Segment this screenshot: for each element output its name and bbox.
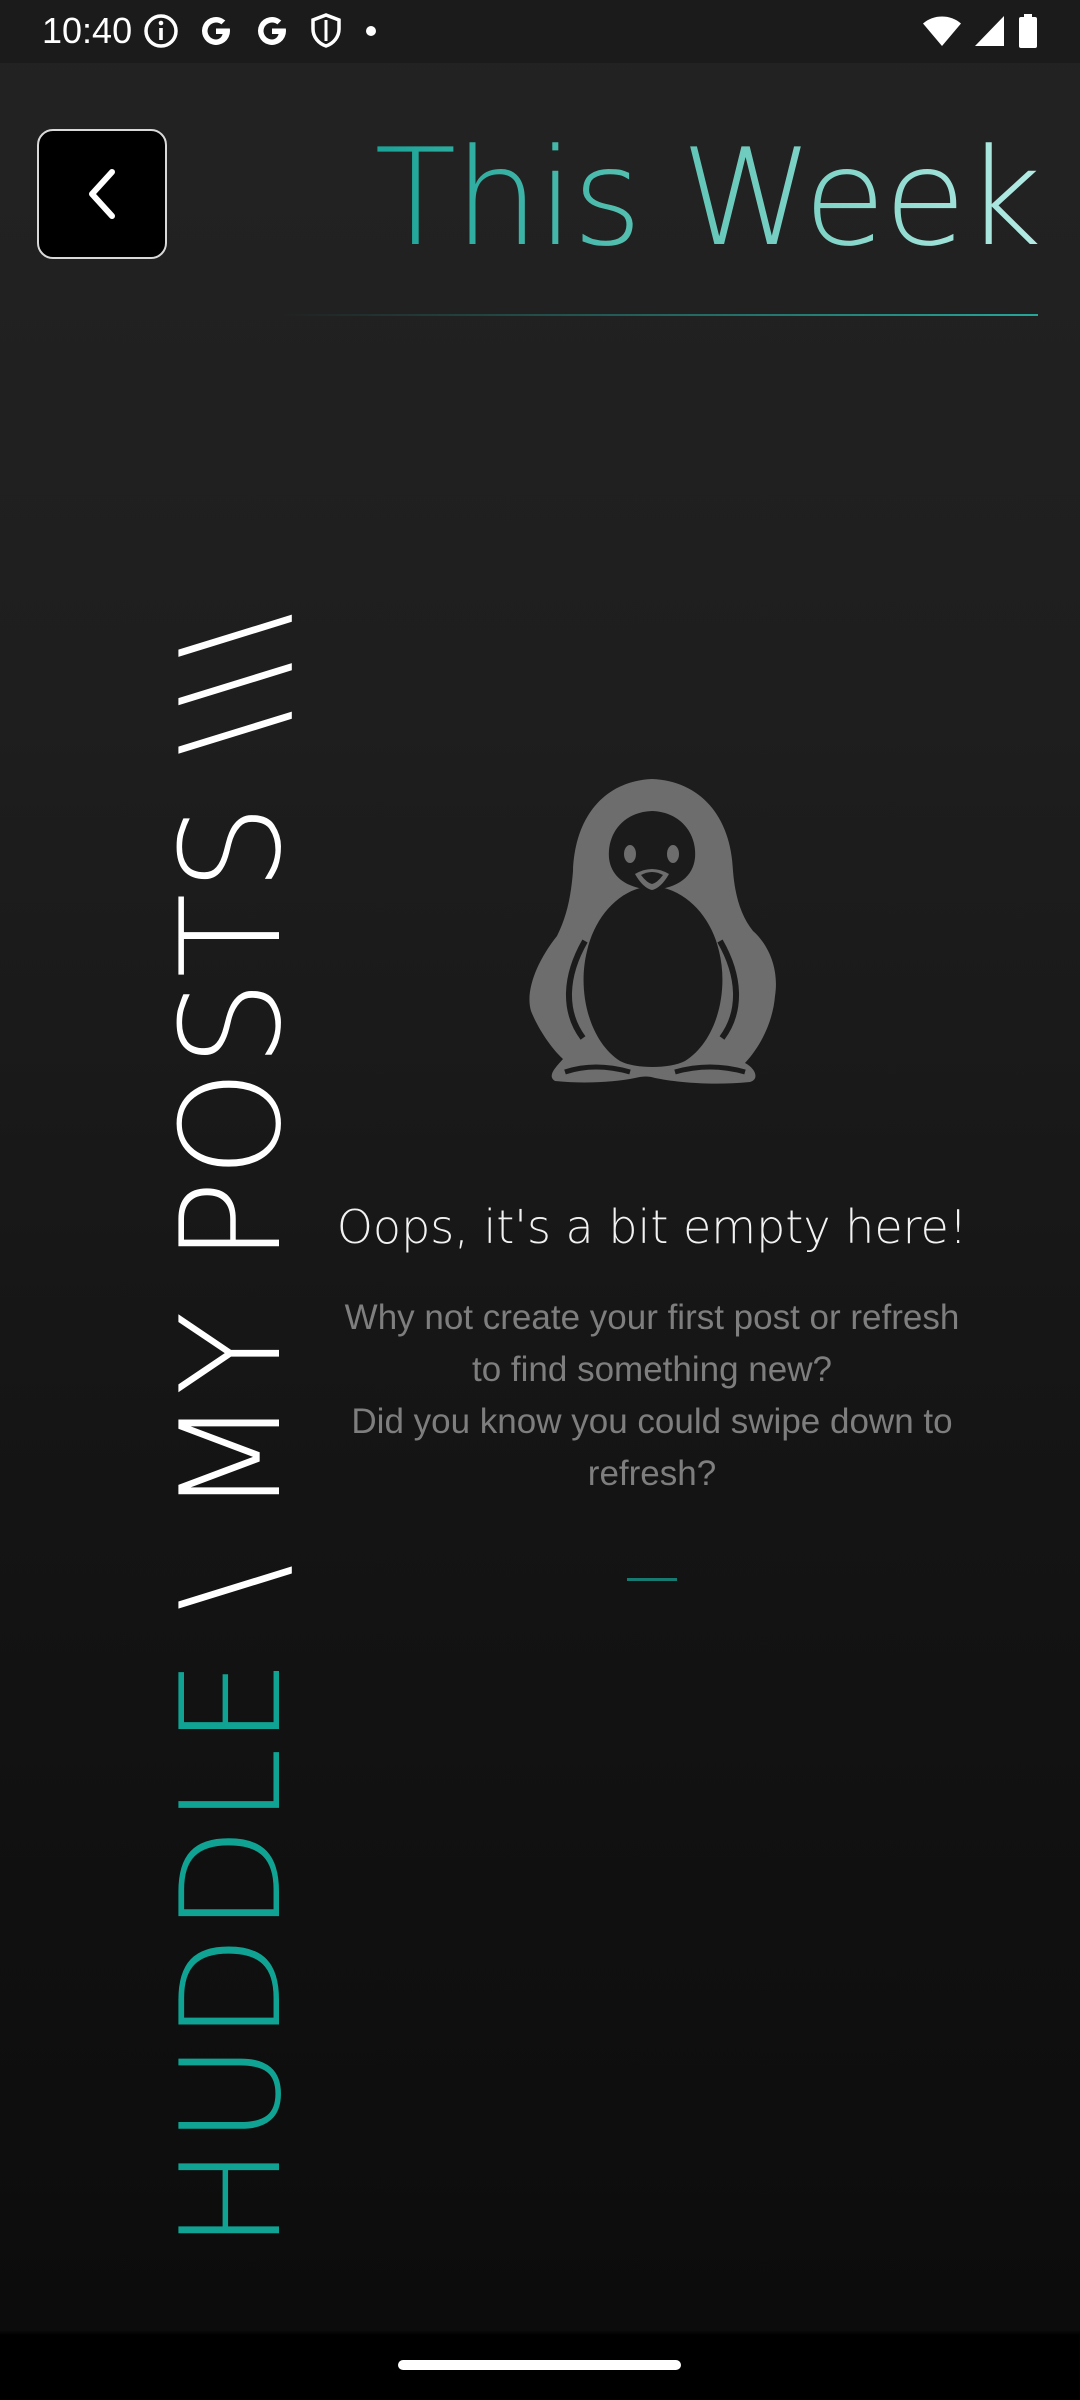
back-button[interactable]: [37, 129, 167, 259]
google-icon: [197, 12, 235, 50]
battery-icon: [1018, 13, 1038, 49]
empty-state-line: Why not create your first post or refres…: [344, 1298, 960, 1337]
empty-state-title: Oops, it's a bit empty here!: [336, 1200, 968, 1254]
refresh-indicator: [627, 1578, 677, 1581]
title-divider: [280, 314, 1038, 316]
google-icon: [253, 12, 291, 50]
empty-state-line: Did you know you could swipe down to: [351, 1402, 953, 1441]
page-title: This Week: [374, 120, 1042, 276]
empty-state-message: Why not create your first post or refres…: [302, 1292, 1002, 1500]
status-bar: 10:40: [0, 0, 1080, 63]
chevron-left-icon: [80, 164, 124, 224]
app-screen: 10:40 This Week HUDDLE \ MY POSTS \\\ Oo…: [0, 0, 1080, 2400]
side-label: HUDDLE \ MY POSTS \\\: [151, 610, 312, 2250]
section-label: \ MY POSTS \\\: [151, 610, 312, 1657]
home-indicator[interactable]: [398, 2360, 681, 2370]
dot-icon: [361, 21, 381, 41]
app-name-label: HUDDLE: [151, 1656, 312, 2250]
signal-icon: [974, 14, 1006, 48]
info-icon: [143, 13, 179, 49]
penguin-icon: [525, 776, 780, 1091]
system-icons: [922, 10, 1038, 52]
status-time: 10:40: [42, 10, 133, 51]
empty-state-line: refresh?: [587, 1454, 717, 1493]
shield-icon: [309, 12, 343, 50]
empty-state-line: to find something new?: [472, 1350, 832, 1389]
notification-icons: [143, 10, 381, 52]
wifi-icon: [922, 14, 962, 48]
